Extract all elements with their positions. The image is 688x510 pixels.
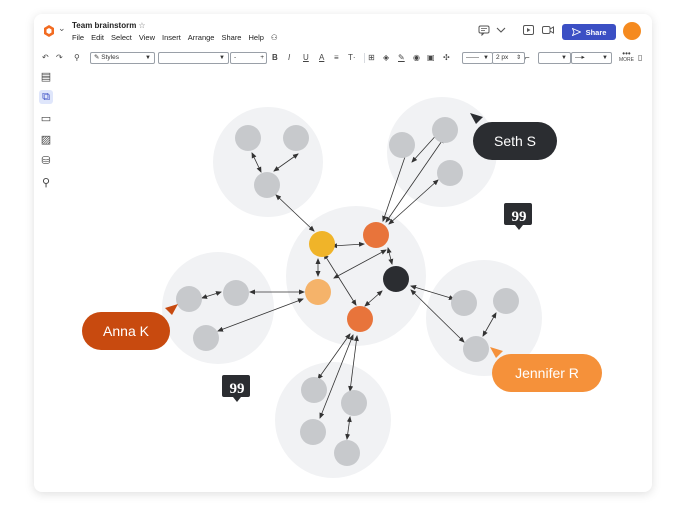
collaborator-name: Jennifer R bbox=[515, 365, 579, 381]
idea-node[interactable] bbox=[432, 117, 458, 143]
collaborator-name: Seth S bbox=[494, 133, 536, 149]
idea-node[interactable] bbox=[254, 172, 280, 198]
idea-node[interactable] bbox=[301, 377, 327, 403]
idea-node[interactable] bbox=[341, 390, 367, 416]
cluster-bottom[interactable] bbox=[275, 362, 391, 478]
comment-bubble-icon[interactable]: 99 bbox=[504, 203, 532, 230]
idea-node-light-orange[interactable] bbox=[305, 279, 331, 305]
idea-node-dark[interactable] bbox=[383, 266, 409, 292]
quote-glyph: 99 bbox=[512, 209, 527, 225]
idea-node[interactable] bbox=[300, 419, 326, 445]
cluster-top-left[interactable] bbox=[213, 107, 323, 217]
idea-node-orange[interactable] bbox=[363, 222, 389, 248]
collaborator-name: Anna K bbox=[103, 323, 150, 339]
idea-node[interactable] bbox=[283, 125, 309, 151]
idea-node[interactable] bbox=[223, 280, 249, 306]
quote-glyph: 99 bbox=[230, 381, 245, 397]
idea-node[interactable] bbox=[463, 336, 489, 362]
idea-node[interactable] bbox=[235, 125, 261, 151]
comment-bubble-icon[interactable]: 99 bbox=[222, 375, 250, 402]
diagram-canvas[interactable]: 99 99 Seth S Anna K Jennifer R bbox=[34, 14, 652, 492]
idea-node[interactable] bbox=[389, 132, 415, 158]
idea-node[interactable] bbox=[176, 286, 202, 312]
app-window: ⌄ Team brainstorm ☆ File Edit Select View… bbox=[34, 14, 652, 492]
idea-node[interactable] bbox=[334, 440, 360, 466]
idea-node-orange[interactable] bbox=[347, 306, 373, 332]
idea-node-yellow[interactable] bbox=[309, 231, 335, 257]
idea-node[interactable] bbox=[193, 325, 219, 351]
idea-node[interactable] bbox=[437, 160, 463, 186]
idea-node[interactable] bbox=[493, 288, 519, 314]
cluster-left[interactable] bbox=[162, 252, 274, 364]
idea-node[interactable] bbox=[451, 290, 477, 316]
